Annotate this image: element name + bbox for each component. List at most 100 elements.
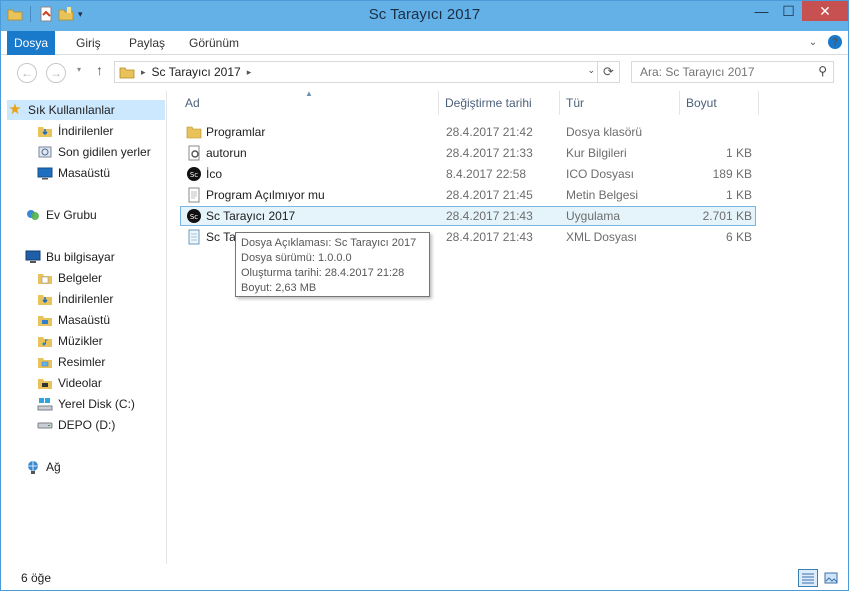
tab-file[interactable]: Dosya	[7, 31, 55, 55]
tab-view[interactable]: Görünüm	[189, 31, 239, 55]
file-size: 1 KB	[725, 146, 752, 160]
search-icon[interactable]: ⚲	[818, 64, 827, 78]
tab-home[interactable]: Giriş	[76, 31, 101, 55]
computer-icon	[25, 250, 41, 263]
file-row[interactable]: autorun 28.4.2017 21:33 Kur Bilgileri 1 …	[180, 143, 756, 163]
file-row[interactable]: Sc İco 8.4.2017 22:58 ICO Dosyası 189 KB	[180, 164, 756, 184]
nav-item-local-disk[interactable]: Yerel Disk (C:)	[37, 394, 135, 414]
breadcrumb-chevron-icon[interactable]: ▸	[247, 67, 252, 78]
minimize-button[interactable]: —	[748, 1, 775, 21]
nav-item-videos[interactable]: Videolar	[37, 373, 102, 393]
file-type: Uygulama	[566, 209, 621, 223]
setup-info-icon	[188, 145, 200, 161]
recent-places-icon	[38, 146, 52, 158]
file-type: Dosya klasörü	[566, 125, 643, 139]
expand-ribbon-icon[interactable]: ⌄	[806, 35, 820, 49]
sc-icon: Sc	[187, 167, 201, 181]
file-name: Sc Tarayıcı 2017	[206, 209, 296, 223]
star-icon: ★	[8, 101, 22, 118]
breadcrumb-current[interactable]: Sc Tarayıcı 2017	[152, 65, 241, 79]
nav-label: Son gidilen yerler	[58, 145, 151, 159]
tab-share[interactable]: Paylaş	[129, 31, 165, 55]
nav-item-desktop[interactable]: Masaüstü	[37, 163, 110, 183]
title-bar[interactable]: ▾ Sc Tarayıcı 2017 — ☐ ✕	[1, 1, 848, 31]
forward-button[interactable]: →	[46, 63, 66, 83]
nav-label: Bu bilgisayar	[46, 250, 115, 264]
ribbon-controls: ⌄ ?	[806, 35, 842, 49]
nav-label: Videolar	[58, 376, 102, 390]
item-count: 6 öğe	[21, 571, 52, 585]
column-divider[interactable]	[438, 91, 439, 115]
nav-item-downloads[interactable]: İndirilenler	[37, 121, 113, 141]
file-row[interactable]: Programlar 28.4.2017 21:42 Dosya klasörü	[180, 122, 756, 142]
column-divider[interactable]	[758, 91, 759, 115]
close-button[interactable]: ✕	[802, 1, 848, 21]
large-icons-view-icon	[824, 572, 838, 584]
tooltip-created: Oluşturma tarihi: 28.4.2017 21:28	[241, 267, 405, 279]
column-divider[interactable]	[679, 91, 680, 115]
drive-icon	[37, 422, 53, 429]
text-document-icon	[188, 187, 200, 203]
nav-favorites[interactable]: ★ Sık Kullanılanlar	[7, 100, 165, 120]
details-view-icon	[802, 573, 814, 584]
nav-item-pictures[interactable]: Resimler	[37, 352, 105, 372]
tooltip-version: Dosya sürümü: 1.0.0.0	[241, 252, 352, 264]
file-type: Kur Bilgileri	[566, 146, 627, 160]
downloads-folder-icon	[38, 295, 52, 305]
search-input[interactable]	[632, 62, 807, 82]
nav-item-desktop-pc[interactable]: Masaüstü	[37, 310, 110, 330]
maximize-button[interactable]: ☐	[775, 1, 802, 21]
status-bar: 6 öğe	[1, 567, 848, 590]
search-box[interactable]: ⚲	[631, 61, 834, 83]
column-header-modified[interactable]: Değiştirme tarihi	[445, 89, 532, 117]
column-header-size[interactable]: Boyut	[686, 89, 717, 117]
nav-item-recent-places[interactable]: Son gidilen yerler	[37, 142, 151, 162]
recent-locations-dropdown[interactable]: ▾	[77, 65, 81, 74]
tooltip-description: Dosya Açıklaması: Sc Tarayıcı 2017	[241, 237, 417, 249]
folder-icon	[186, 126, 202, 139]
file-modified: 28.4.2017 21:42	[446, 125, 533, 139]
file-modified: 28.4.2017 21:43	[446, 230, 533, 244]
file-row[interactable]: Program Açılmıyor mu 28.4.2017 21:45 Met…	[180, 185, 756, 205]
nav-homegroup[interactable]: Ev Grubu	[25, 205, 97, 225]
file-size: 1 KB	[725, 188, 752, 202]
address-bar[interactable]: ▸ Sc Tarayıcı 2017 ▸ ⌄ ⟳	[114, 61, 620, 83]
nav-item-music[interactable]: Müzikler	[37, 331, 103, 351]
file-modified: 28.4.2017 21:43	[446, 209, 533, 223]
file-size: 189 KB	[712, 167, 752, 181]
caption-buttons: — ☐ ✕	[748, 1, 848, 21]
documents-folder-icon	[38, 274, 52, 284]
column-header-type[interactable]: Tür	[566, 89, 584, 117]
file-list: ▲ Ad Değiştirme tarihi Tür Boyut Program…	[168, 89, 848, 564]
file-modified: 28.4.2017 21:33	[446, 146, 533, 160]
up-button[interactable]: ↑	[96, 62, 103, 78]
svg-text:Sc: Sc	[190, 213, 198, 221]
details-view-button[interactable]	[798, 569, 818, 587]
homegroup-icon	[27, 210, 39, 220]
file-name: Program Açılmıyor mu	[206, 188, 325, 202]
desktop-icon	[37, 167, 53, 180]
nav-label: Belgeler	[58, 271, 103, 285]
system-drive-icon	[37, 398, 53, 411]
file-name: Sc Ta	[206, 230, 236, 244]
refresh-button[interactable]: ⟳	[597, 62, 619, 82]
nav-label: İndirilenler	[58, 292, 114, 306]
breadcrumb-chevron-icon[interactable]: ▸	[141, 67, 146, 78]
nav-item-downloads-pc[interactable]: İndirilenler	[37, 289, 113, 309]
nav-item-depo-drive[interactable]: DEPO (D:)	[37, 415, 115, 435]
large-icons-view-button[interactable]	[821, 569, 841, 587]
column-divider[interactable]	[559, 91, 560, 115]
explorer-window: ▾ Sc Tarayıcı 2017 — ☐ ✕ Dosya Giriş Pay…	[0, 0, 849, 591]
address-dropdown-icon[interactable]: ⌄	[587, 65, 595, 76]
file-row-selected[interactable]: Sc Sc Tarayıcı 2017 28.4.2017 21:43 Uygu…	[180, 206, 756, 226]
nav-this-pc[interactable]: Bu bilgisayar	[25, 247, 115, 267]
nav-item-documents[interactable]: Belgeler	[37, 268, 102, 288]
column-header-name[interactable]: Ad	[185, 89, 200, 117]
back-button[interactable]: ←	[17, 63, 37, 83]
nav-label: Masaüstü	[58, 166, 111, 180]
nav-label: Sık Kullanılanlar	[28, 103, 115, 117]
file-type: Metin Belgesi	[566, 188, 639, 202]
nav-network[interactable]: Ağ	[25, 457, 61, 477]
downloads-folder-icon	[38, 127, 52, 137]
help-icon[interactable]: ?	[828, 35, 842, 49]
